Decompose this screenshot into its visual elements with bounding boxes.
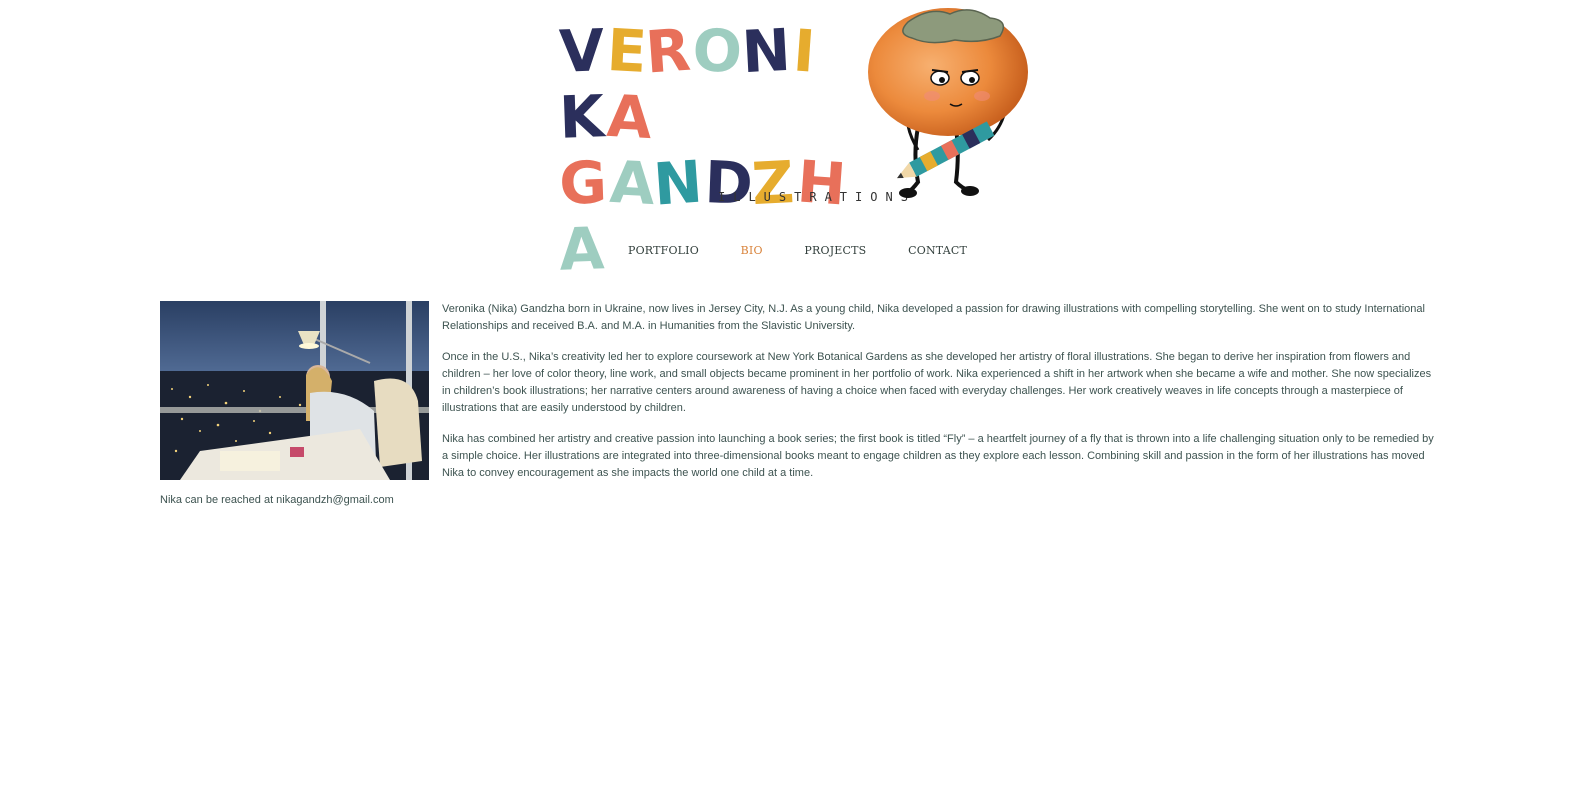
artist-at-desk-photo-icon (160, 301, 429, 480)
logo-letter: V (558, 16, 607, 86)
logo-letter: N (739, 15, 793, 87)
persimmon-mascot-icon (868, 8, 1028, 198)
logo-letter: Z (750, 147, 797, 219)
logo-letter: D (703, 148, 756, 218)
main-nav: PORTFOLIO BIO PROJECTS CONTACT (0, 244, 1595, 257)
bio-paragraph-3: Nika has combined her artistry and creat… (442, 433, 1434, 479)
contact-line: Nika can be reached at nikagandzh@gmail.… (160, 494, 394, 506)
bio-paragraph-1: Veronika (Nika) Gandzha born in Ukraine,… (442, 303, 1425, 332)
bio-paragraph-2: Once in the U.S., Nika’s creativity led … (442, 351, 1432, 414)
logo-letter: A (605, 81, 655, 153)
logo-letter: O (691, 16, 745, 86)
logo-letter: A (607, 147, 658, 219)
logo-line-1: VERONI KA (558, 15, 860, 153)
nav-bio[interactable]: BIO (741, 244, 763, 257)
artist-photo (160, 301, 429, 480)
nav-contact[interactable]: CONTACT (908, 244, 967, 257)
logo-letter: N (650, 147, 705, 219)
logo-letter: I (791, 16, 819, 86)
logo-letter: R (642, 15, 694, 87)
logo-letter: G (558, 148, 610, 218)
logo-letter: K (558, 82, 607, 152)
logo-line-2: GANDZHA (558, 147, 860, 283)
site-logo[interactable]: VERONIKA GANDZHA ILLUSTRATIONS (558, 0, 1030, 284)
logo-wordmark: VERONIKA GANDZHA (558, 15, 860, 284)
logo-letter: E (605, 16, 650, 87)
nav-projects[interactable]: PROJECTS (804, 244, 866, 257)
bio-text: Veronika (Nika) Gandzha born in Ukraine,… (442, 301, 1440, 496)
nav-portfolio[interactable]: PORTFOLIO (628, 244, 699, 257)
logo-letter: H (795, 147, 850, 219)
